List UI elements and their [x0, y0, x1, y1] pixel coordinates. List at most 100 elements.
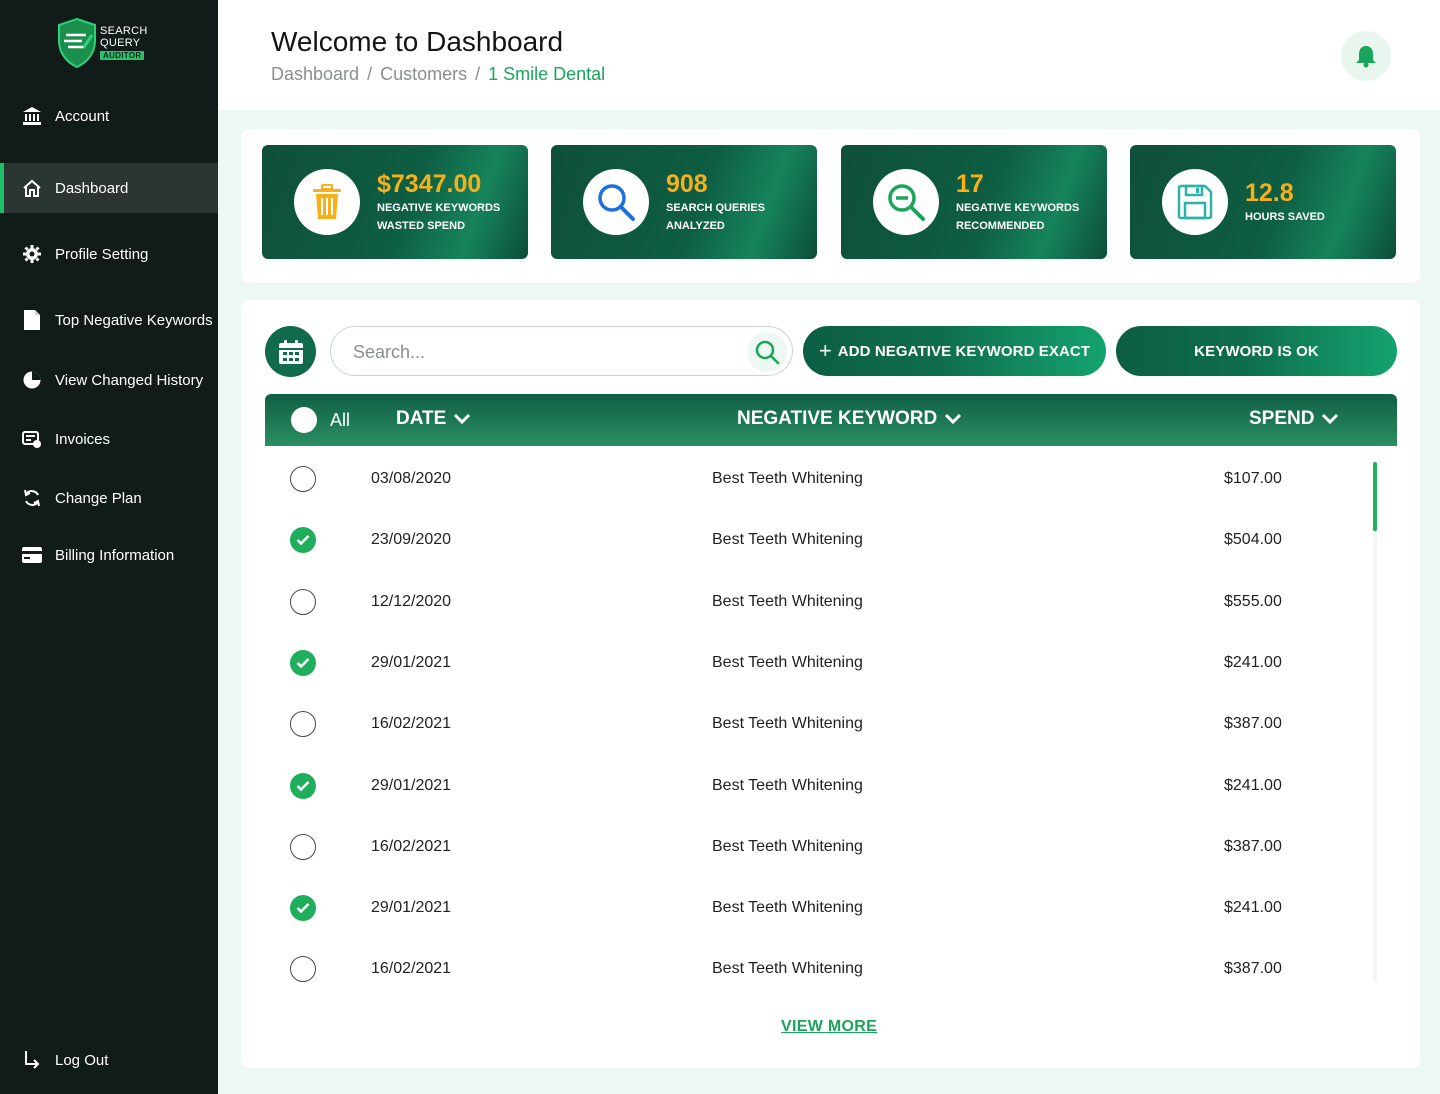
table-row[interactable]: 29/01/2021 Best Teeth Whitening $241.00	[265, 875, 1365, 936]
keyword-is-ok-button[interactable]: KEYWORD IS OK	[1116, 326, 1397, 376]
date-cell: 29/01/2021	[371, 653, 452, 671]
refresh-icon	[22, 488, 42, 508]
table-scrollbar[interactable]	[1373, 462, 1377, 982]
save-icon	[1162, 169, 1228, 235]
keyword-cell: Best Teeth Whitening	[712, 715, 863, 733]
stat-card-hours-saved: 12.8 HOURS SAVED	[1130, 145, 1396, 259]
row-checkbox-checked[interactable]	[290, 772, 316, 799]
breadcrumb-dashboard[interactable]: Dashboard	[271, 64, 359, 85]
keyword-cell: Best Teeth Whitening	[712, 960, 863, 978]
brand-logo[interactable]: SEARCH QUERY AUDITOR	[56, 16, 166, 70]
spend-cell: $241.00	[1224, 653, 1282, 671]
breadcrumb: Dashboard / Customers / 1 Smile Dental	[271, 64, 605, 85]
spend-cell: $241.00	[1224, 899, 1282, 917]
search-input[interactable]	[353, 339, 733, 365]
stat-card-wasted-spend: $7347.00 NEGATIVE KEYWORDS WASTED SPEND	[262, 145, 528, 259]
row-checkbox[interactable]	[290, 711, 316, 738]
keyword-cell: Best Teeth Whitening	[712, 776, 863, 794]
chevron-down-icon	[454, 413, 471, 425]
table-row[interactable]: 16/02/2021 Best Teeth Whitening $387.00	[265, 814, 1365, 875]
date-filter-button[interactable]	[265, 326, 316, 377]
spend-cell: $387.00	[1224, 715, 1282, 733]
checkmark-icon	[296, 780, 310, 791]
breadcrumb-customers[interactable]: Customers	[380, 64, 467, 85]
row-checkbox[interactable]	[290, 833, 316, 860]
column-label: NEGATIVE KEYWORD	[737, 408, 938, 429]
sidebar-item-label: Billing Information	[55, 546, 175, 564]
bell-icon	[1356, 46, 1376, 68]
table-row[interactable]: 29/01/2021 Best Teeth Whitening $241.00	[265, 753, 1365, 814]
view-more-link[interactable]: VIEW MORE	[781, 1018, 877, 1036]
sidebar-item-dashboard[interactable]: Dashboard	[0, 163, 218, 213]
sidebar-item-label: Account	[55, 107, 110, 125]
home-icon	[22, 178, 42, 198]
sidebar-item-change-plan[interactable]: Change Plan	[0, 473, 218, 523]
date-cell: 03/08/2020	[371, 470, 452, 487]
sidebar-item-invoices[interactable]: Invoices	[0, 414, 218, 464]
breadcrumb-separator: /	[367, 64, 373, 84]
row-checkbox[interactable]	[290, 956, 316, 983]
sidebar-item-billing-information[interactable]: Billing Information	[0, 530, 218, 580]
keyword-table-panel: + ADD NEGATIVE KEYWORD EXACT KEYWORD IS …	[241, 300, 1420, 1068]
keyword-cell: Best Teeth Whitening	[712, 531, 863, 549]
date-cell: 16/02/2021	[371, 715, 452, 733]
date-cell: 16/02/2021	[371, 960, 452, 978]
sidebar-item-label: Top Negative Keywords	[55, 311, 213, 329]
spend-cell: $241.00	[1224, 776, 1282, 794]
add-negative-keyword-exact-button[interactable]: + ADD NEGATIVE KEYWORD EXACT	[803, 326, 1106, 376]
sidebar-item-account[interactable]: Account	[0, 91, 218, 141]
search-icon	[755, 340, 780, 365]
date-cell: 12/12/2020	[371, 592, 452, 610]
search-submit-button[interactable]	[747, 332, 787, 372]
spend-cell: $504.00	[1224, 531, 1282, 549]
column-header-date[interactable]: DATE	[396, 408, 471, 430]
stats-panel: $7347.00 NEGATIVE KEYWORDS WASTED SPEND …	[241, 129, 1420, 283]
table-row[interactable]: 16/02/2021 Best Teeth Whitening $387.00	[265, 691, 1365, 752]
keyword-cell: Best Teeth Whitening	[712, 592, 863, 610]
logout-label: Log Out	[55, 1051, 109, 1069]
stat-label: HOURS SAVED	[1245, 211, 1325, 223]
stat-card-negative-keywords-recommended: 17 NEGATIVE KEYWORDS RECOMMENDED	[841, 145, 1107, 259]
date-cell: 29/01/2021	[371, 899, 452, 917]
column-label: DATE	[396, 408, 447, 429]
sidebar-item-top-negative-keywords[interactable]: Top Negative Keywords	[0, 295, 218, 345]
table-row[interactable]: 29/01/2021 Best Teeth Whitening $241.00	[265, 630, 1365, 691]
document-icon	[22, 310, 42, 330]
table-row[interactable]: 23/09/2020 Best Teeth Whitening $504.00	[265, 507, 1365, 568]
logout-arrow-icon	[22, 1050, 42, 1070]
row-checkbox-checked[interactable]	[290, 649, 316, 676]
checkmark-icon	[296, 903, 310, 914]
sidebar-item-label: Invoices	[55, 430, 111, 448]
scrollbar-thumb[interactable]	[1373, 462, 1377, 531]
stat-card-search-queries: 908 SEARCH QUERIES ANALYZED	[551, 145, 817, 259]
row-checkbox-checked[interactable]	[290, 895, 316, 922]
table-row[interactable]: 03/08/2020 Best Teeth Whitening $107.00	[265, 446, 1365, 507]
chevron-down-icon	[1322, 413, 1339, 425]
select-all-label: All	[330, 410, 351, 430]
notification-button[interactable]	[1341, 31, 1391, 81]
sidebar-item-label: Dashboard	[55, 179, 129, 197]
logout-button[interactable]: Log Out	[0, 1035, 218, 1085]
row-checkbox-checked[interactable]	[290, 527, 316, 554]
chevron-down-icon	[945, 413, 962, 425]
table-header: All DATE NEGATIVE KEYWORD SPEND	[265, 394, 1397, 446]
column-header-spend[interactable]: SPEND	[1249, 408, 1339, 430]
table-row[interactable]: 12/12/2020 Best Teeth Whitening $555.00	[265, 569, 1365, 630]
page-title: Welcome to Dashboard	[271, 26, 564, 57]
brand-name: SEARCH QUERY AUDITOR	[100, 25, 148, 60]
column-header-negative-keyword[interactable]: NEGATIVE KEYWORD	[737, 408, 962, 430]
spend-cell: $387.00	[1224, 960, 1282, 978]
pie-chart-icon	[22, 370, 42, 390]
breadcrumb-current: 1 Smile Dental	[488, 64, 606, 84]
button-label: KEYWORD IS OK	[1194, 342, 1319, 360]
select-all-radio[interactable]	[291, 407, 317, 433]
row-checkbox[interactable]	[290, 588, 316, 615]
row-checkbox[interactable]	[290, 466, 316, 492]
sidebar-item-view-changed-history[interactable]: View Changed History	[0, 355, 218, 405]
breadcrumb-separator: /	[475, 64, 481, 84]
column-label: SPEND	[1249, 408, 1315, 429]
search-icon	[583, 169, 649, 235]
table-row[interactable]: 16/02/2021 Best Teeth Whitening $387.00	[265, 936, 1365, 997]
bank-icon	[22, 106, 42, 126]
sidebar-item-profile-setting[interactable]: Profile Setting	[0, 229, 218, 279]
